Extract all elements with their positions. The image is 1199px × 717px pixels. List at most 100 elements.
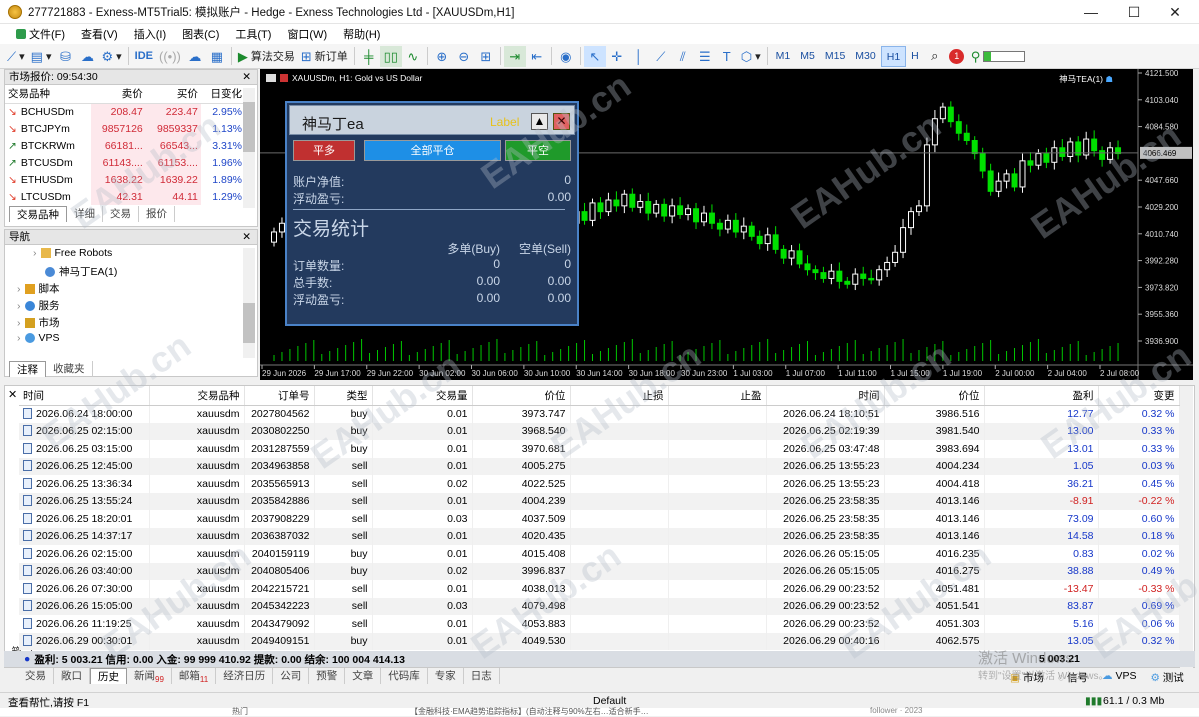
nav-item-vps[interactable]: › VPS <box>17 332 60 344</box>
collapse-button[interactable]: ▲ <box>531 113 548 130</box>
timeframe-h1[interactable]: H1 <box>880 45 907 67</box>
column-header[interactable]: 止损 <box>570 386 669 406</box>
chart-shift-button[interactable]: ⇤ <box>526 46 548 67</box>
scrollbar[interactable] <box>1180 386 1193 668</box>
menu-tools[interactable]: 工具(T) <box>227 26 279 42</box>
tab-9[interactable]: 代码库 <box>381 668 428 684</box>
tab-tester[interactable]: ⚙ 测试 <box>1150 670 1183 685</box>
bar-chart-button[interactable]: ╪ <box>358 46 380 67</box>
table-row[interactable]: 2026.06.25 13:36:34 xauusdm 2035565913 sell… <box>19 475 1180 493</box>
menu-help[interactable]: 帮助(H) <box>335 26 388 42</box>
tab-5[interactable]: 经济日历 <box>216 668 274 684</box>
table-row[interactable]: 2026.06.25 14:37:17 xauusdm 2036387032 sell… <box>19 527 1180 545</box>
tab-8[interactable]: 文章 <box>345 668 382 684</box>
notifications-button[interactable]: 1 <box>946 46 968 67</box>
shapes-button[interactable]: ⬡ ▾ <box>738 46 764 67</box>
cloud-button[interactable]: ☁ <box>76 46 98 67</box>
close-button[interactable]: ✕ <box>1155 0 1195 24</box>
market-watch-row[interactable]: ↗ BTCKRWm 66181... 66543... 3.31% <box>5 137 245 154</box>
menu-chart[interactable]: 图表(C) <box>174 26 227 42</box>
screenshot-button[interactable]: ◉ <box>555 46 577 67</box>
minimize-button[interactable]: — <box>1071 0 1111 24</box>
table-row[interactable]: 2026.06.26 11:19:25 xauusdm 2043479092 sell… <box>19 615 1180 633</box>
algo-trading-button[interactable]: ▶ 算法交易 <box>235 46 298 67</box>
nav-item-ea[interactable]: 神马丁EA(1) <box>45 264 117 279</box>
nav-item-scripts[interactable]: › 脚本 <box>17 281 60 296</box>
market-watch-row[interactable]: ↘ LTCUSDm 42.31 44.11 1.29% <box>5 188 245 205</box>
crosshair-button[interactable]: ✛ <box>606 46 628 67</box>
channel-button[interactable]: ⫽ <box>672 46 694 67</box>
column-header[interactable]: 变更 <box>1098 386 1180 406</box>
timeframe-m5[interactable]: M5 <box>795 46 820 67</box>
column-header[interactable]: 日变化 <box>200 85 245 104</box>
tab-4[interactable]: 邮箱11 <box>172 668 217 684</box>
nav-item-services[interactable]: › 服务 <box>17 298 60 313</box>
autoscroll-button[interactable]: ⇥ <box>503 45 526 67</box>
tile-button[interactable]: ⊞ <box>475 46 497 67</box>
scrollbar[interactable] <box>243 248 255 358</box>
new-order-button[interactable]: ⊞ 新订单 <box>298 46 351 67</box>
market-watch-row[interactable]: ↘ ETHUSDm 1638.22 1639.22 1.89% <box>5 171 245 188</box>
column-header[interactable]: 类型 <box>314 386 373 406</box>
tools-dropdown[interactable]: ⚙ ▾ <box>98 46 124 67</box>
table-row[interactable]: 2026.06.26 02:15:00 xauusdm 2040159119 buy 0… <box>19 545 1180 563</box>
tab-symbols[interactable]: 交易品种 <box>9 206 67 222</box>
column-header[interactable]: 时间 <box>766 386 885 406</box>
signal-button[interactable]: ((•)) <box>156 46 184 67</box>
vps-button[interactable]: ☁ <box>184 46 206 67</box>
column-header[interactable]: 买价 <box>145 85 201 104</box>
close-sell-button[interactable]: 平空 <box>505 140 571 161</box>
zoom-in-button[interactable]: ⊕ <box>431 46 453 67</box>
tab-7[interactable]: 预警 <box>309 668 346 684</box>
line-chart-button[interactable]: ∿ <box>402 46 424 67</box>
tab-1[interactable]: 敞口 <box>54 668 90 684</box>
tab-2[interactable]: 历史 <box>90 668 127 684</box>
tab-common[interactable]: 注释 <box>9 361 46 377</box>
table-row[interactable]: 2026.06.25 02:15:00 xauusdm 2030802250 buy 0… <box>19 422 1180 440</box>
column-header[interactable]: 价位 <box>884 386 985 406</box>
tab-0[interactable]: 交易 <box>18 668 54 684</box>
table-row[interactable]: 2026.06.26 15:05:00 xauusdm 2045342223 sell… <box>19 597 1180 615</box>
maximize-button[interactable]: ☐ <box>1114 0 1154 24</box>
fibo-button[interactable]: ☰ <box>694 46 716 67</box>
market-button[interactable]: ⛁ <box>54 46 76 67</box>
trendline-button[interactable]: ⟋ <box>650 46 672 67</box>
zoom-out-button[interactable]: ⊖ <box>453 46 475 67</box>
menu-view[interactable]: 查看(V) <box>73 26 126 42</box>
scrollbar[interactable] <box>243 88 255 208</box>
column-header[interactable]: 止盈 <box>668 386 767 406</box>
timeframe-h4[interactable]: H <box>906 46 924 67</box>
cursor-button[interactable]: ↖ <box>583 45 606 67</box>
tab-10[interactable]: 专家 <box>428 668 464 684</box>
close-icon[interactable]: ✕ <box>8 388 17 401</box>
market-watch-row[interactable]: ↘ BCHUSDm 208.47 223.47 2.95% <box>5 103 245 120</box>
tab-trading[interactable]: 交易 <box>103 206 139 222</box>
market-watch-row[interactable]: ↘ BTCJPYm 9857126 9859337 1.13% <box>5 120 245 137</box>
tab-3[interactable]: 新闻99 <box>127 668 172 684</box>
column-header[interactable]: 交易量 <box>372 386 473 406</box>
text-button[interactable]: T <box>716 46 738 67</box>
close-all-button[interactable]: 全部平仓 <box>364 140 501 161</box>
ide-button[interactable]: IDE <box>132 46 156 67</box>
table-row[interactable]: 2026.06.26 03:40:00 xauusdm 2040805406 buy 0… <box>19 562 1180 580</box>
candle-chart-button[interactable]: ▯▯ <box>379 45 402 67</box>
nav-item-free-robots[interactable]: › Free Robots <box>33 247 112 259</box>
tab-details[interactable]: 详细 <box>67 206 103 222</box>
timeframe-m15[interactable]: M15 <box>820 46 850 67</box>
column-header[interactable]: 盈利 <box>984 386 1099 406</box>
vline-button[interactable]: │ <box>628 46 650 67</box>
column-header[interactable]: 交易品种 <box>149 386 245 406</box>
market-watch-row[interactable]: ↗ BTCUSDm 61143.... 61153.... 1.96% <box>5 154 245 171</box>
menu-window[interactable]: 窗口(W) <box>279 26 335 42</box>
tab-6[interactable]: 公司 <box>273 668 310 684</box>
scrollbar-thumb[interactable] <box>243 303 255 343</box>
table-row[interactable]: 2026.06.25 12:45:00 xauusdm 2034963858 sell… <box>19 457 1180 475</box>
table-row[interactable]: 2026.06.25 13:55:24 xauusdm 2035842886 sell… <box>19 492 1180 510</box>
column-header[interactable]: 订单号 <box>244 386 315 406</box>
close-buy-button[interactable]: 平多 <box>293 140 355 161</box>
scrollbar-thumb[interactable] <box>243 102 255 152</box>
profiles-button[interactable]: ▤ ▾ <box>28 46 55 67</box>
tab-11[interactable]: 日志 <box>464 668 500 684</box>
calendar-button[interactable]: ▦ <box>206 46 228 67</box>
new-chart-button[interactable]: ⟋ ▾ <box>4 46 28 67</box>
